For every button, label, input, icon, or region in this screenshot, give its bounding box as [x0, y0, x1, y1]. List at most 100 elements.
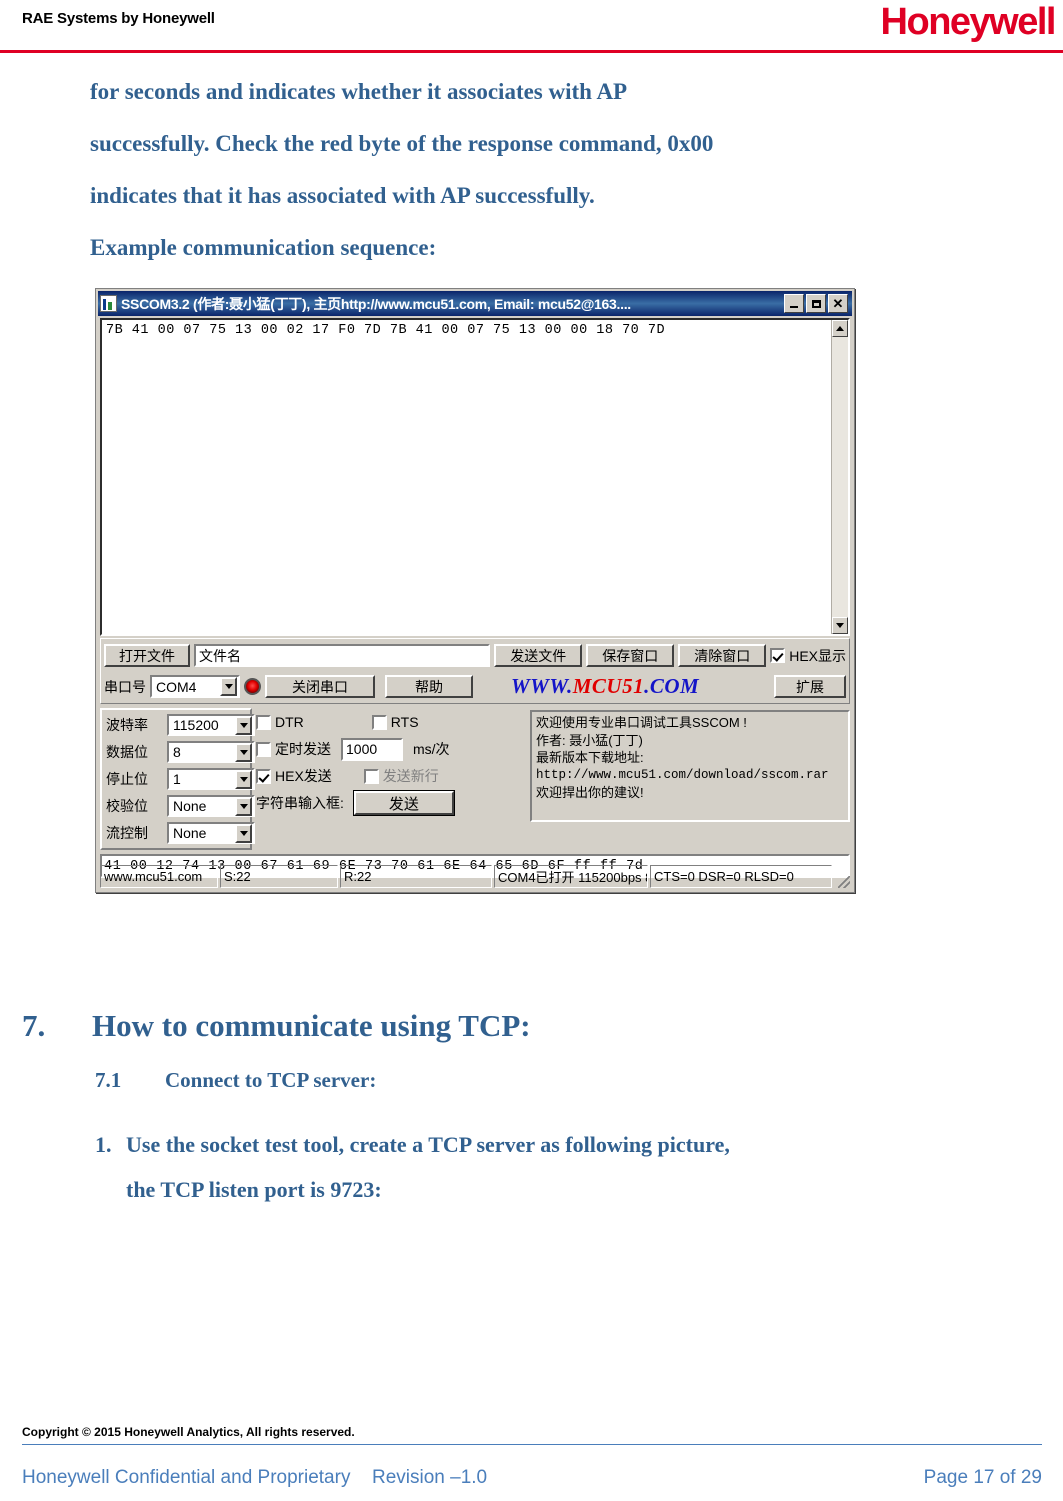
- setting-row-baudrate: 波特率 115200: [106, 713, 255, 737]
- honeywell-logo: Honeywell: [880, 1, 1057, 43]
- extend-button[interactable]: 扩展: [774, 675, 846, 698]
- checkbox-icon[interactable]: [371, 714, 387, 730]
- port-select[interactable]: COM4: [150, 675, 240, 698]
- terminal-output-area[interactable]: 7B 41 00 07 75 13 00 02 17 F0 7D 7B 41 0…: [100, 318, 850, 636]
- setting-row-databits: 数据位 8: [106, 740, 255, 764]
- hex-send-row: HEX发送 发送新行: [256, 764, 526, 788]
- terminal-received-data: 7B 41 00 07 75 13 00 02 17 F0 7D 7B 41 0…: [106, 323, 666, 338]
- rts-checkbox[interactable]: RTS: [371, 714, 419, 730]
- document-body-text: for seconds and indicates whether it ass…: [0, 66, 1063, 274]
- timed-send-checkbox[interactable]: 定时发送: [256, 739, 331, 759]
- send-interval-input[interactable]: 1000: [341, 737, 403, 761]
- chevron-down-icon[interactable]: [235, 796, 252, 816]
- string-input-label: 字符串输入框:: [256, 795, 344, 811]
- help-button[interactable]: 帮助: [385, 675, 473, 698]
- logo-com-part: .COM: [644, 674, 700, 698]
- interval-unit-label: ms/次: [413, 741, 450, 757]
- confidentiality-notice: Honeywell Confidential and Proprietary: [22, 1467, 351, 1488]
- info-line: 最新版本下载地址:: [536, 750, 644, 765]
- send-file-button[interactable]: 发送文件: [494, 644, 583, 667]
- body-paragraph-line: for seconds and indicates whether it ass…: [90, 79, 628, 104]
- scrollbar-track[interactable]: [832, 337, 848, 617]
- section-heading-2: 7.1 Connect to TCP server:: [95, 1068, 995, 1093]
- flowcontrol-select[interactable]: None: [167, 822, 255, 844]
- footer-divider-rule: [22, 1443, 1042, 1445]
- file-control-row: 打开文件 文件名 发送文件 保存窗口 清除窗口 HEX显示: [104, 642, 846, 669]
- stopbits-select[interactable]: 1: [167, 768, 255, 790]
- window-control-buttons: ✕: [784, 294, 850, 313]
- checkbox-icon[interactable]: [256, 741, 271, 757]
- checkbox-icon[interactable]: [770, 648, 786, 663]
- connection-status-led-icon[interactable]: [244, 678, 261, 695]
- page-number: Page 17 of 29: [923, 1467, 1042, 1488]
- setting-row-flowcontrol: 流控制 None: [106, 821, 255, 845]
- subsection-title: Connect to TCP server:: [165, 1068, 377, 1092]
- chevron-down-icon[interactable]: [235, 715, 252, 735]
- sscom-window-title: SSCOM3.2 (作者:聂小猛(丁丁), 主页http://www.mcu51…: [121, 295, 631, 312]
- sscom-info-panel: 欢迎使用专业串口调试工具SSCOM ! 作者: 聂小猛(丁丁) 最新版本下载地址…: [530, 710, 850, 822]
- page-header: RAE Systems by Honeywell Honeywell: [0, 0, 1063, 53]
- checkbox-icon[interactable]: [363, 768, 379, 784]
- chevron-down-icon[interactable]: [235, 823, 252, 843]
- info-line: 作者: 聂小猛(丁丁): [536, 732, 643, 748]
- resize-grip-icon[interactable]: [834, 865, 850, 888]
- minimize-icon[interactable]: [784, 294, 804, 313]
- open-file-button[interactable]: 打开文件: [104, 644, 190, 667]
- send-newline-label: 发送新行: [382, 768, 439, 784]
- port-label: 串口号: [104, 678, 146, 695]
- parity-label: 校验位: [106, 798, 148, 814]
- maximize-icon[interactable]: [806, 294, 826, 313]
- status-received-count: R:22: [340, 865, 492, 888]
- terminal-vertical-scrollbar[interactable]: [831, 320, 848, 634]
- checkbox-icon[interactable]: [256, 768, 271, 784]
- info-line: 欢迎捍出你的建议!: [536, 785, 644, 800]
- databits-label: 数据位: [106, 744, 148, 760]
- close-icon[interactable]: ✕: [828, 294, 848, 313]
- databits-select[interactable]: 8: [167, 741, 255, 763]
- clear-window-button[interactable]: 清除窗口: [678, 644, 767, 667]
- checkbox-icon[interactable]: [256, 714, 271, 730]
- port-selected-value: COM4: [156, 678, 197, 695]
- status-signal-lines: CTS=0 DSR=0 RLSD=0: [650, 865, 832, 888]
- body-paragraph-line: successfully. Check the red byte of the …: [90, 131, 714, 156]
- chevron-down-icon[interactable]: [235, 742, 252, 762]
- logo-mcu-part: MCU51: [572, 674, 645, 698]
- setting-row-stopbits: 停止位 1: [106, 767, 255, 791]
- stopbits-label: 停止位: [106, 771, 148, 787]
- hex-send-label: HEX发送: [275, 768, 332, 784]
- footer-info-row: Honeywell Confidential and Proprietary R…: [22, 1467, 1042, 1489]
- scroll-up-icon[interactable]: [832, 320, 848, 337]
- revision-label: Revision –1.0: [372, 1467, 488, 1488]
- sscom-settings-area: 波特率 115200 数据位 8 停止位 1 校验位 None 流控制 None…: [100, 708, 850, 850]
- close-port-button[interactable]: 关闭串口: [265, 675, 375, 698]
- info-line: 欢迎使用专业串口调试工具SSCOM !: [536, 715, 747, 730]
- chevron-down-icon[interactable]: [220, 677, 237, 696]
- save-window-button[interactable]: 保存窗口: [586, 644, 675, 667]
- hex-send-checkbox[interactable]: HEX发送: [256, 766, 332, 786]
- serial-parameters-group: 波特率 115200 数据位 8 停止位 1 校验位 None 流控制 None: [100, 708, 255, 850]
- body-paragraph-line: Example communication sequence:: [90, 235, 437, 260]
- parity-value: None: [173, 798, 207, 814]
- baudrate-select[interactable]: 115200: [167, 714, 255, 736]
- send-newline-checkbox[interactable]: 发送新行: [363, 766, 439, 786]
- scroll-down-icon[interactable]: [832, 617, 848, 634]
- send-button[interactable]: 发送: [352, 790, 455, 816]
- send-options-group: DTR RTS 定时发送 1000 ms/次 HEX发送 发送新行 字符串输入框…: [256, 708, 526, 850]
- mcu51-watermark-logo: WWW.MCU51.COM: [511, 674, 699, 699]
- section-title: How to communicate using TCP:: [92, 1008, 531, 1043]
- status-site: www.mcu51.com: [100, 865, 218, 888]
- sscom-status-bar: www.mcu51.com S:22 R:22 COM4已打开 115200bp…: [100, 865, 850, 888]
- filename-input[interactable]: 文件名: [194, 644, 491, 667]
- flowcontrol-value: None: [173, 825, 207, 841]
- parity-select[interactable]: None: [167, 795, 255, 817]
- list-item-text-line: Use the socket test tool, create a TCP s…: [126, 1132, 730, 1157]
- numbered-list-item: 1. Use the socket test tool, create a TC…: [95, 1122, 1045, 1212]
- sscom-control-panel: 打开文件 文件名 发送文件 保存窗口 清除窗口 HEX显示 串口号 COM4 关…: [100, 638, 850, 704]
- setting-row-parity: 校验位 None: [106, 794, 255, 818]
- chevron-down-icon[interactable]: [235, 769, 252, 789]
- baudrate-label: 波特率: [106, 717, 148, 733]
- hex-display-checkbox[interactable]: HEX显示: [770, 646, 846, 666]
- rts-label: RTS: [390, 714, 419, 730]
- subsection-number: 7.1: [95, 1068, 122, 1092]
- dtr-checkbox[interactable]: DTR: [256, 714, 304, 730]
